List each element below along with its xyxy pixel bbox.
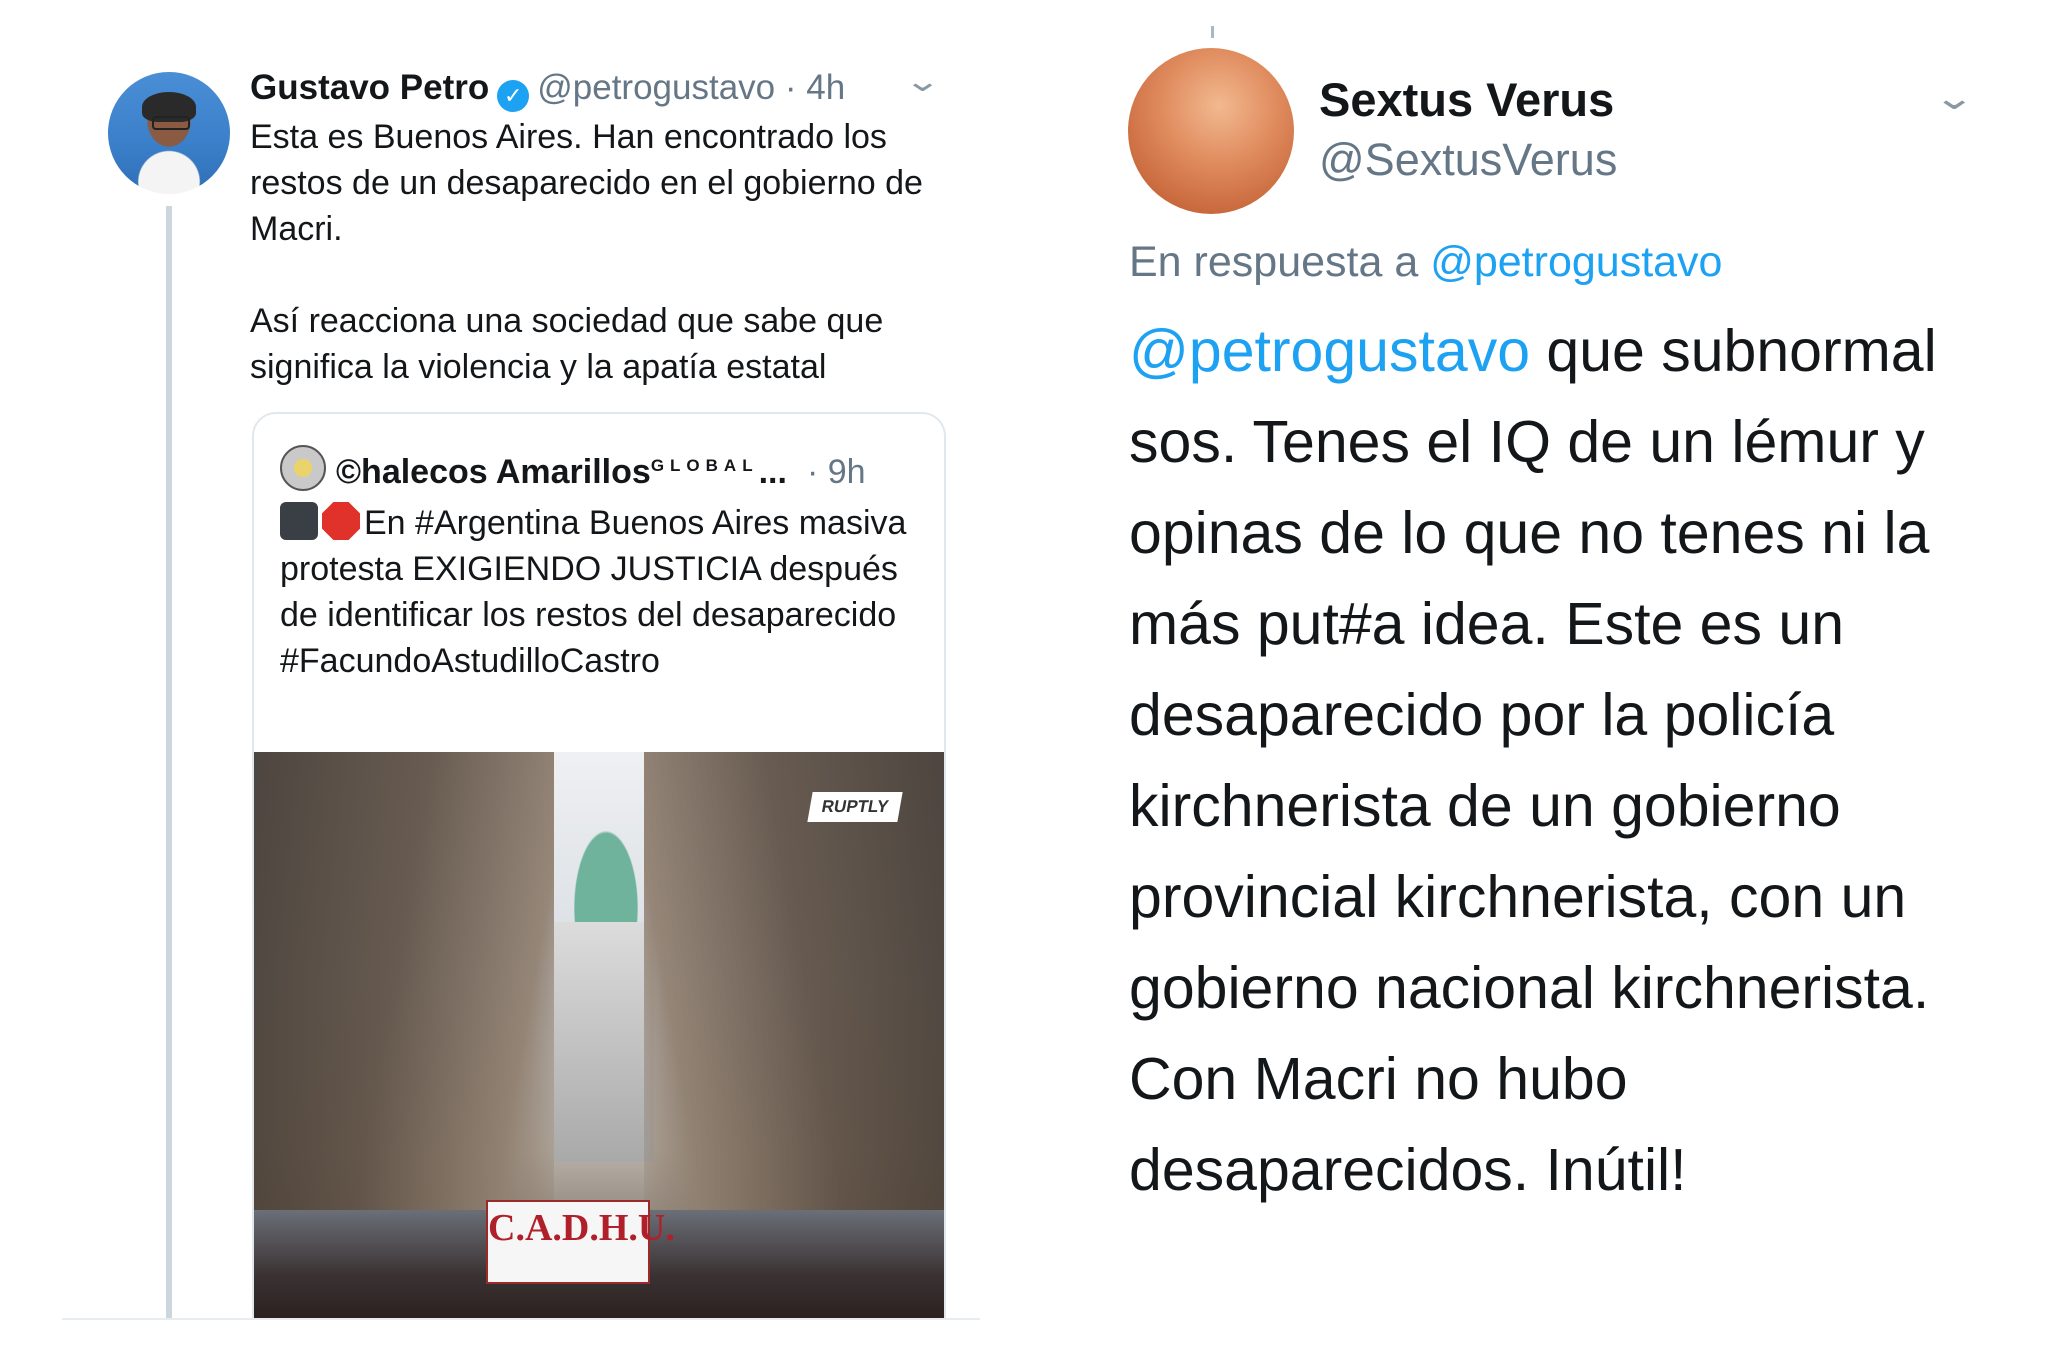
petro-avatar[interactable] xyxy=(108,72,230,194)
thread-line xyxy=(166,206,172,1318)
quoted-name-ellipsis: ... xyxy=(758,453,787,491)
avatar-glasses xyxy=(152,116,190,130)
quoted-time[interactable]: · 9h xyxy=(807,453,866,491)
tweet-header: Gustavo Petro ✓ @petrogustavo · 4h xyxy=(250,66,845,112)
scroll-tick xyxy=(1211,26,1214,38)
quoted-author-suffix: GLOBAL xyxy=(650,456,759,475)
mention-link[interactable]: @petrogustavo xyxy=(1129,318,1530,384)
tweet-text: que subnormal sos. Tenes el IQ de un lém… xyxy=(1129,318,1937,1203)
verified-check-icon: ✓ xyxy=(497,80,530,112)
chevron-down-icon[interactable]: ⌄ xyxy=(904,64,942,99)
quoted-text: En #Argentina Buenos Aires masiva protes… xyxy=(280,504,907,680)
quoted-media-image[interactable]: C.A.D.H.U. RUPTLY xyxy=(254,752,944,1320)
quoted-avatar[interactable] xyxy=(280,445,326,491)
tweet-time[interactable]: 4h xyxy=(806,68,845,107)
quoted-text-block: En #Argentina Buenos Aires masiva protes… xyxy=(280,500,930,684)
quoted-tweet[interactable]: ©halecos AmarillosGLOBAL... · 9h En #Arge… xyxy=(252,412,946,1320)
quoted-author-name[interactable]: ©halecos Amarillos xyxy=(336,453,651,491)
separator-dot: · xyxy=(775,68,807,107)
stop-sign-icon xyxy=(322,502,360,540)
sextus-avatar[interactable] xyxy=(1128,48,1294,214)
tweet-text: Esta es Buenos Aires. Han encontrado los… xyxy=(250,118,923,386)
petro-tweet[interactable]: Gustavo Petro ✓ @petrogustavo · 4h ⌄ Esta … xyxy=(0,0,1000,1366)
author-name[interactable]: Sextus Verus xyxy=(1319,72,1614,128)
congress-building xyxy=(554,922,654,1162)
congress-dome xyxy=(566,812,646,932)
video-camera-icon xyxy=(280,502,318,540)
author-handle[interactable]: @SextusVerus xyxy=(1319,132,1617,188)
reply-prefix: En respuesta a xyxy=(1129,238,1431,286)
chevron-down-icon[interactable]: ⌄ xyxy=(1933,78,1976,118)
author-name[interactable]: Gustavo Petro xyxy=(250,68,489,107)
sextus-tweet[interactable]: Sextus Verus @SextusVerus ⌄ En respuesta… xyxy=(1100,0,2048,1366)
author-handle[interactable]: @petrogustavo xyxy=(537,68,775,107)
tweet-text-block: @petrogustavo que subnormal sos. Tenes e… xyxy=(1129,306,2009,1216)
quoted-header: ©halecos AmarillosGLOBAL... · 9h xyxy=(280,444,866,494)
tweet-divider xyxy=(62,1318,980,1320)
reply-to-link[interactable]: @petrogustavo xyxy=(1430,238,1722,286)
protest-banner: C.A.D.H.U. xyxy=(486,1200,675,1284)
ruptly-watermark: RUPTLY xyxy=(807,792,903,822)
reply-context: En respuesta a @petrogustavo xyxy=(1129,234,1722,290)
